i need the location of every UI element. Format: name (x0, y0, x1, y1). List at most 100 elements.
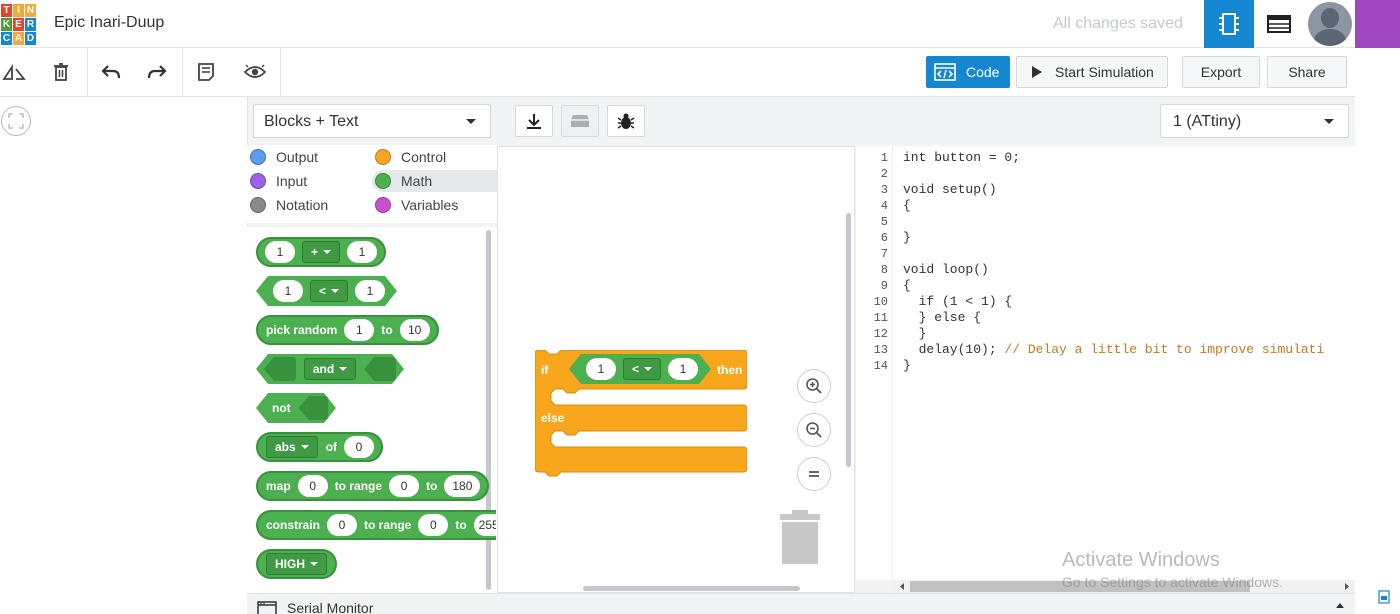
logo-letter: K (1, 18, 12, 31)
download-code-button[interactable] (515, 105, 553, 137)
code-line[interactable]: } (903, 326, 927, 341)
code-line[interactable]: } else { (903, 310, 981, 325)
redo-button[interactable] (140, 48, 174, 96)
workspace-horizontal-scrollbar[interactable] (583, 586, 800, 591)
list-view-icon (1267, 15, 1291, 33)
condition-compare-block[interactable]: 1 < 1 (569, 354, 711, 384)
block-label: to (381, 323, 393, 337)
design-title[interactable]: Epic Inari-Duup (54, 14, 164, 32)
code-line[interactable]: void setup() (903, 182, 997, 197)
code-line[interactable]: { (903, 198, 911, 213)
block-label: constrain (266, 518, 321, 532)
code-line[interactable]: if (1 < 1) { (903, 294, 1013, 309)
circuit-canvas[interactable] (0, 97, 247, 614)
value-pill[interactable]: 0 (344, 436, 375, 458)
user-avatar[interactable] (1306, 1, 1354, 47)
pick-random-block[interactable]: pick random 1 to 10 (256, 315, 439, 345)
output-color-dot (250, 149, 266, 165)
scroll-right-icon[interactable] (1343, 582, 1351, 591)
bug-icon (617, 113, 635, 129)
scroll-left-icon[interactable] (898, 582, 906, 591)
rotate-button[interactable] (0, 48, 28, 96)
code-button-label: Code (966, 64, 1000, 80)
if-label: if (541, 363, 549, 377)
code-line[interactable]: void loop() (903, 262, 989, 277)
value-pill[interactable]: 1 (355, 280, 385, 302)
high-low-block[interactable]: HIGH (256, 549, 337, 579)
upload-button[interactable] (561, 105, 599, 137)
math-compare-block[interactable]: 1 < 1 (256, 276, 397, 306)
logic-and-block[interactable]: and (256, 354, 404, 384)
category-control[interactable]: Control (375, 146, 497, 168)
tinkercad-logo[interactable]: TINKERCAD (0, 2, 36, 46)
account-menu-strip[interactable] (1355, 0, 1400, 48)
circuit-view-button[interactable] (1204, 0, 1254, 48)
debugger-button[interactable] (607, 105, 645, 137)
math-add-block[interactable]: 1 + 1 (256, 237, 387, 267)
code-line[interactable]: { (903, 278, 911, 293)
value-pill[interactable]: 1 (586, 358, 616, 380)
code-line[interactable]: delay(10); // Delay a little bit to impr… (903, 342, 1325, 357)
code-line[interactable]: } (903, 230, 911, 245)
value-pill[interactable]: 10 (399, 319, 430, 341)
fit-view-button[interactable] (1, 106, 31, 136)
logo-letter: R (25, 18, 36, 31)
category-math[interactable]: Math (372, 170, 497, 192)
notes-button[interactable] (189, 48, 223, 96)
chevron-up-icon[interactable] (1335, 602, 1345, 609)
function-dropdown[interactable]: abs (266, 436, 318, 458)
code-text-area[interactable] (893, 146, 1355, 580)
workspace-trash-icon[interactable] (778, 508, 822, 571)
value-pill[interactable]: 180 (444, 475, 481, 497)
value-pill[interactable]: 0 (389, 475, 420, 497)
category-output[interactable]: Output (250, 146, 370, 168)
editor-mode-select[interactable]: Blocks + Text (253, 104, 491, 138)
serial-monitor-icon (257, 601, 277, 614)
logic-not-block[interactable]: not (256, 393, 336, 423)
code-line[interactable]: int button = 0; (903, 150, 1020, 165)
export-button[interactable]: Export (1182, 56, 1260, 88)
code-line[interactable]: } (903, 358, 911, 373)
device-select[interactable]: 1 (ATtiny) (1160, 104, 1349, 138)
math-abs-block[interactable]: abs of 0 (256, 432, 384, 462)
category-notation[interactable]: Notation (250, 194, 370, 216)
value-pill[interactable]: 0 (297, 475, 328, 497)
operator-dropdown[interactable]: + (302, 241, 341, 263)
value-pill[interactable]: 1 (265, 241, 295, 263)
line-number: 2 (880, 167, 888, 181)
operator-dropdown[interactable]: < (310, 280, 348, 302)
value-pill[interactable]: 255 (473, 514, 496, 536)
schematic-view-button[interactable] (1254, 0, 1304, 48)
boolean-slot[interactable] (299, 396, 328, 420)
boolean-slot[interactable] (364, 357, 396, 381)
line-number: 3 (880, 183, 888, 197)
share-button[interactable]: Share (1267, 56, 1347, 88)
value-dropdown[interactable]: HIGH (266, 553, 327, 575)
boolean-slot[interactable] (264, 357, 296, 381)
value-pill[interactable]: 1 (668, 358, 698, 380)
category-label: Input (276, 173, 308, 189)
zoom-in-button[interactable] (797, 369, 831, 403)
delete-button[interactable] (44, 48, 78, 96)
category-input[interactable]: Input (250, 170, 370, 192)
category-variables[interactable]: Variables (375, 194, 497, 216)
value-pill[interactable]: 1 (273, 280, 303, 302)
if-else-block[interactable]: if else then 1 < 1 (534, 349, 748, 477)
code-button[interactable]: Code (926, 56, 1010, 88)
value-pill[interactable]: 1 (347, 241, 378, 263)
reset-zoom-button[interactable] (797, 457, 831, 491)
constrain-block[interactable]: constrain 0 to range 0 to 255 (256, 510, 496, 540)
map-block[interactable]: map 0 to range 0 to 180 (256, 471, 490, 501)
workspace-vertical-scrollbar[interactable] (846, 213, 851, 467)
value-pill[interactable]: 0 (418, 514, 449, 536)
undo-button[interactable] (94, 48, 128, 96)
zoom-out-button[interactable] (797, 413, 831, 447)
start-simulation-button[interactable]: Start Simulation (1016, 56, 1168, 88)
value-pill[interactable]: 1 (344, 319, 375, 341)
visibility-button[interactable] (237, 48, 273, 96)
value-pill[interactable]: 0 (327, 514, 358, 536)
file-icon[interactable] (1378, 590, 1390, 604)
operator-dropdown[interactable]: and (304, 358, 356, 380)
operator-dropdown[interactable]: < (623, 358, 661, 380)
serial-monitor-bar[interactable]: Serial Monitor (247, 593, 1355, 614)
